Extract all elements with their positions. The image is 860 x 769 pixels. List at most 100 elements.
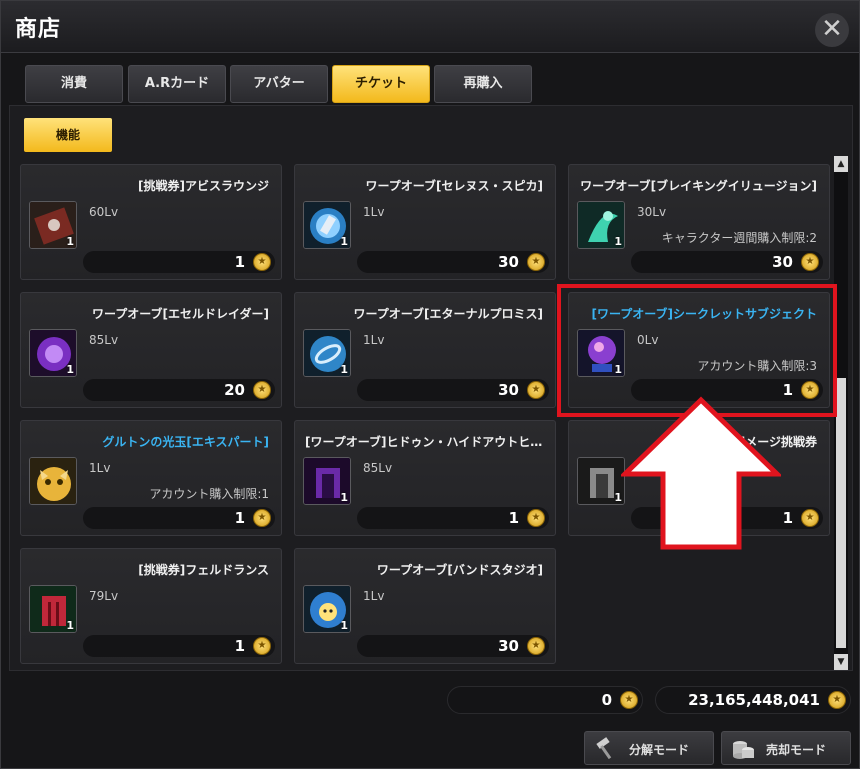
gold-coin-icon: ★: [828, 691, 846, 709]
item-price: 20: [224, 381, 245, 399]
price-bar: 30 ★: [357, 251, 549, 273]
item-name: グルトンの光玉[エキスパート]: [102, 435, 269, 449]
item-price: 1: [234, 253, 245, 271]
currency-bar-2: 23,165,448,041 ★: [655, 686, 851, 714]
red-book-icon: 1: [29, 201, 77, 249]
coin-icon: ★: [801, 509, 819, 527]
close-icon: ✕: [821, 14, 843, 44]
gold-creature-icon: [29, 457, 77, 505]
currency-value-2: 23,165,448,041: [688, 691, 820, 709]
tab-rebuy[interactable]: 再購入: [434, 65, 532, 103]
coin-icon: ★: [253, 637, 271, 655]
item-level: 1Lv: [363, 333, 385, 347]
coin-icon: ★: [253, 509, 271, 527]
sell-mode-button[interactable]: 売却モード: [721, 731, 851, 765]
blue-orb-icon: 1: [303, 201, 351, 249]
currency-bar-1: 0 ★: [447, 686, 643, 714]
item-price: 30: [498, 637, 519, 655]
item-card[interactable]: ワープオーブ[バンドスタジオ] 1 1Lv 30 ★: [294, 548, 556, 664]
item-quantity: 1: [340, 491, 348, 504]
item-name: ワープオーブ[セレヌス・スピカ]: [365, 179, 543, 193]
tab-ticket[interactable]: チケット: [332, 65, 430, 103]
item-card[interactable]: [ワープオーブ]ヒドゥン・ハイドアウトヒー... 1 85Lv 1 ★: [294, 420, 556, 536]
item-level: 1Lv: [363, 589, 385, 603]
sell-label: 売却モード: [766, 743, 827, 757]
item-name: ワープオーブ[エセルドレイダー]: [91, 307, 269, 321]
tab-avatar[interactable]: アバター: [230, 65, 328, 103]
item-card[interactable]: グルトンの光玉[エキスパート] 1Lv アカウント購入制限:1 1 ★: [20, 420, 282, 536]
up-arrow-icon: [621, 396, 781, 550]
item-price: 1: [234, 509, 245, 527]
coin-icon: ★: [527, 381, 545, 399]
blue-face-orb-icon: 1: [303, 585, 351, 633]
item-level: 1Lv: [89, 461, 111, 475]
item-level: 30Lv: [637, 205, 667, 219]
purple-spirit-icon: 1: [29, 329, 77, 377]
item-name: [挑戦券]フェルドランス: [138, 563, 269, 577]
item-name: ワープオーブ[エターナルプロミス]: [353, 307, 543, 321]
scroll-up-button[interactable]: ▲: [834, 156, 848, 172]
purchase-limit: キャラクター週間購入制限:2: [661, 231, 817, 245]
scroll-down-button[interactable]: ▼: [834, 654, 848, 670]
item-quantity: 1: [340, 235, 348, 248]
title-bar: 商店 ✕: [1, 1, 859, 53]
item-price: 30: [498, 253, 519, 271]
item-level: 85Lv: [363, 461, 393, 475]
price-bar: 1 ★: [83, 507, 275, 529]
item-name: ワープオーブ[バンドスタジオ]: [376, 563, 543, 577]
item-card[interactable]: [挑戦券]アビスラウンジ 1 60Lv 1 ★: [20, 164, 282, 280]
price-bar: 30 ★: [631, 251, 823, 273]
item-quantity: 1: [340, 363, 348, 376]
price-bar: 1 ★: [83, 635, 275, 657]
item-price: 1: [234, 637, 245, 655]
disassemble-label: 分解モード: [629, 743, 690, 757]
coin-icon: ★: [253, 253, 271, 271]
item-level: 1Lv: [363, 205, 385, 219]
item-quantity: 1: [614, 235, 622, 248]
item-card[interactable]: ワープオーブ[ブレイキングイリュージョン] 1 30Lv キャラクター週間購入制限:2…: [568, 164, 830, 280]
price-bar: 20 ★: [83, 379, 275, 401]
coin-icon: ★: [527, 637, 545, 655]
price-bar: 30 ★: [357, 635, 549, 657]
currency-value-1: 0: [601, 691, 612, 709]
item-price: 1: [508, 509, 519, 527]
item-level: 85Lv: [89, 333, 119, 347]
item-card[interactable]: [挑戦券]フェルドランス 1 79Lv 1 ★: [20, 548, 282, 664]
shop-window: 商店 ✕ 消費 A.Rカード アバター チケット 再購入 機能 [挑戦券]アビス…: [0, 0, 860, 769]
purchase-limit: アカウント購入制限:1: [149, 487, 269, 501]
coin-icon: ★: [527, 253, 545, 271]
item-quantity: 1: [66, 235, 74, 248]
blue-rings-orb-icon: 1: [303, 329, 351, 377]
hammer-icon: [596, 737, 612, 760]
coin-icon: ★: [620, 691, 638, 709]
item-name: [挑戦券]アビスラウンジ: [138, 179, 269, 193]
item-name: ワープオーブ[ブレイキングイリュージョン]: [580, 179, 817, 193]
price-bar: 30 ★: [357, 379, 549, 401]
subtab-function[interactable]: 機能: [24, 118, 112, 152]
window-title: 商店: [15, 17, 62, 42]
coin-icon: ★: [253, 381, 271, 399]
price-bar: 1 ★: [83, 251, 275, 273]
teal-vortex-icon: 1: [577, 201, 625, 249]
item-price: 30: [498, 381, 519, 399]
scroll-thumb[interactable]: [836, 378, 846, 648]
item-card[interactable]: ワープオーブ[エセルドレイダー] 1 85Lv 20 ★: [20, 292, 282, 408]
coin-icon: ★: [527, 509, 545, 527]
gray-gate-icon: 1: [577, 457, 625, 505]
item-card[interactable]: ワープオーブ[エターナルプロミス] 1 1Lv 30 ★: [294, 292, 556, 408]
coin-icon: ★: [801, 253, 819, 271]
item-level: 79Lv: [89, 589, 119, 603]
tab-consumable[interactable]: 消費: [25, 65, 123, 103]
item-quantity: 1: [340, 619, 348, 632]
item-name: [ワープオーブ]ヒドゥン・ハイドアウトヒー...: [305, 435, 543, 449]
tab-ar-card[interactable]: A.Rカード: [128, 65, 226, 103]
coins-stack-icon: [733, 741, 754, 759]
item-quantity: 1: [66, 363, 74, 376]
disassemble-mode-button[interactable]: 分解モード: [584, 731, 714, 765]
item-level: 60Lv: [89, 205, 119, 219]
item-card[interactable]: ワープオーブ[セレヌス・スピカ] 1 1Lv 30 ★: [294, 164, 556, 280]
item-quantity: 1: [66, 619, 74, 632]
item-price: 1: [782, 509, 793, 527]
item-price: 30: [772, 253, 793, 271]
close-button[interactable]: ✕: [815, 13, 849, 47]
